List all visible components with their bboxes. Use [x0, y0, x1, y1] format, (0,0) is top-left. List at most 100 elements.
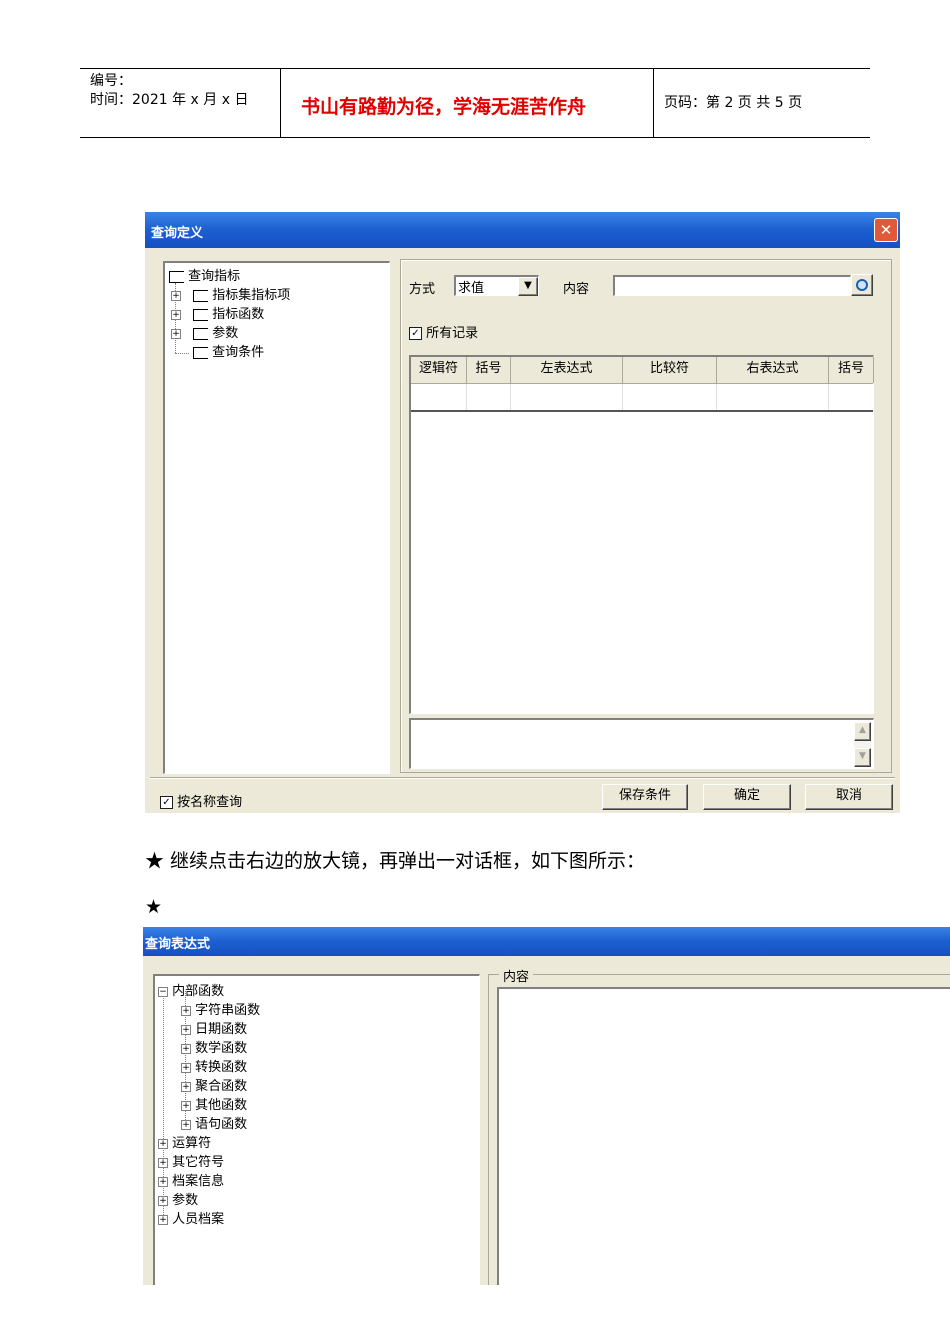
column-left-expression[interactable]: 左表达式: [511, 357, 623, 383]
checkbox-checked-icon[interactable]: ✓: [409, 327, 422, 340]
all-records-label: 所有记录: [426, 326, 479, 341]
tree-item-other-functions[interactable]: + 其他函数: [181, 1094, 247, 1113]
cell-divider: [828, 384, 829, 410]
header-page-cell: 页码：第 2 页 共 5 页: [654, 69, 870, 137]
cancel-button[interactable]: 取消: [805, 784, 893, 810]
expand-icon[interactable]: +: [158, 1176, 168, 1187]
content-textarea[interactable]: [497, 987, 950, 1285]
tree-item-label: 参数: [212, 326, 239, 341]
column-comparator[interactable]: 比较符: [623, 357, 717, 383]
tree-item-personnel-archive[interactable]: + 人员档案: [158, 1208, 224, 1227]
folder-icon: [193, 308, 209, 321]
tree-item-query-conditions[interactable]: 查询条件: [193, 341, 264, 360]
expand-icon[interactable]: +: [158, 1195, 168, 1206]
collapse-icon[interactable]: −: [158, 986, 168, 997]
scroll-down-icon[interactable]: ▼: [854, 748, 871, 767]
tree-item-date-functions[interactable]: + 日期函数: [181, 1018, 247, 1037]
magnifier-icon: [856, 278, 868, 291]
tree-item-label: 查询条件: [212, 345, 265, 360]
expression-memo[interactable]: ▲ ▼: [409, 718, 874, 769]
tree-item-conversion-functions[interactable]: + 转换函数: [181, 1056, 247, 1075]
magnifier-button[interactable]: [851, 274, 873, 296]
query-definition-dialog: 查询定义 ✕ 查询指标 + 指标集指标项 + 指标函数 + 参数 查询条件 方式…: [145, 207, 900, 813]
tree-root-label: 查询指标: [188, 269, 241, 284]
tree-item-label: 人员档案: [172, 1212, 225, 1227]
expand-icon[interactable]: +: [171, 290, 181, 301]
close-icon[interactable]: ✕: [874, 218, 898, 242]
tree-item-other-symbols[interactable]: + 其它符号: [158, 1151, 224, 1170]
tree-item-math-functions[interactable]: + 数学函数: [181, 1037, 247, 1056]
tree-item-label: 运算符: [172, 1136, 212, 1151]
column-right-expression[interactable]: 右表达式: [717, 357, 829, 383]
tree-item-label: 字符串函数: [195, 1003, 261, 1018]
cell-divider: [466, 384, 467, 410]
tree-item-label: 其它符号: [172, 1155, 225, 1170]
function-tree: − 内部函数 + 字符串函数 + 日期函数 + 数学函数 + 转换函数 + 聚合…: [153, 974, 480, 1285]
tree-item-label: 数学函数: [195, 1041, 248, 1056]
expand-icon[interactable]: +: [158, 1138, 168, 1149]
condition-panel: 方式 求值 ▼ 内容 ✓ 所有记录 逻辑符 括号 左表达式 比较符 右表达式 括…: [400, 259, 892, 773]
tree-line: [175, 353, 189, 355]
expand-icon[interactable]: +: [181, 1100, 191, 1111]
content-input[interactable]: [613, 275, 851, 296]
expand-icon[interactable]: +: [158, 1214, 168, 1225]
cell-divider: [716, 384, 717, 410]
column-bracket-left[interactable]: 括号: [467, 357, 511, 383]
expand-icon[interactable]: +: [171, 309, 181, 320]
tree-item-indicator-functions[interactable]: + 指标函数: [171, 303, 264, 322]
tree-item-label: 档案信息: [172, 1174, 225, 1189]
tree-item-statement-functions[interactable]: + 语句函数: [181, 1113, 247, 1132]
divider: [150, 777, 895, 779]
cell-divider: [622, 384, 623, 410]
mode-select[interactable]: 求值 ▼: [454, 275, 539, 296]
expand-icon[interactable]: +: [171, 328, 181, 339]
tree-item-label: 日期函数: [195, 1022, 248, 1037]
checkbox-checked-icon[interactable]: ✓: [160, 796, 173, 809]
content-label: 内容: [563, 282, 590, 297]
time-label: 时间：2021 年 x 月 x 日: [90, 92, 249, 108]
tree-item-operators[interactable]: + 运算符: [158, 1132, 211, 1151]
expand-icon[interactable]: +: [181, 1024, 191, 1035]
column-bracket-right[interactable]: 括号: [829, 357, 874, 383]
grid-header-row: 逻辑符 括号 左表达式 比较符 右表达式 括号: [411, 357, 874, 384]
instruction-paragraph: ★ 继续点击右边的放大镜，再弹出一对话框，如下图所示：: [145, 850, 646, 872]
scroll-up-icon[interactable]: ▲: [854, 722, 871, 741]
vertical-scrollbar[interactable]: ▲ ▼: [854, 722, 871, 767]
save-condition-button[interactable]: 保存条件: [602, 784, 688, 810]
tree-root[interactable]: 查询指标: [169, 265, 240, 284]
page-info: 页码：第 2 页 共 5 页: [664, 95, 803, 111]
ok-button[interactable]: 确定: [703, 784, 791, 810]
expand-icon[interactable]: +: [181, 1081, 191, 1092]
tree-root-internal-functions[interactable]: − 内部函数: [158, 980, 224, 999]
cell-divider: [510, 384, 511, 410]
expand-icon[interactable]: +: [158, 1157, 168, 1168]
tree-item-string-functions[interactable]: + 字符串函数: [181, 999, 260, 1018]
chevron-down-icon[interactable]: ▼: [518, 277, 538, 296]
tree-item-parameters[interactable]: + 参数: [171, 322, 238, 341]
query-by-name-checkbox[interactable]: ✓ 按名称查询: [160, 791, 242, 810]
tree-item-archive-info[interactable]: + 档案信息: [158, 1170, 224, 1189]
page-header: 编号： 时间：2021 年 x 月 x 日 书山有路勤为径，学海无涯苦作舟 页码…: [80, 68, 870, 138]
column-logic[interactable]: 逻辑符: [411, 357, 467, 383]
tree-item-aggregate-functions[interactable]: + 聚合函数: [181, 1075, 247, 1094]
tree-item-label: 语句函数: [195, 1117, 248, 1132]
folder-icon: [169, 270, 184, 283]
tree-item-label: 聚合函数: [195, 1079, 248, 1094]
content-groupbox: 内容: [488, 966, 950, 1285]
table-row[interactable]: [411, 384, 873, 412]
mode-label: 方式: [409, 282, 436, 297]
expand-icon[interactable]: +: [181, 1005, 191, 1016]
conditions-grid: 逻辑符 括号 左表达式 比较符 右表达式 括号: [409, 355, 874, 714]
tree-item-label: 参数: [172, 1193, 199, 1208]
header-left-cell: 编号： 时间：2021 年 x 月 x 日: [80, 69, 281, 137]
mode-value: 求值: [458, 281, 485, 296]
content-label: 内容: [499, 966, 534, 985]
expand-icon[interactable]: +: [181, 1062, 191, 1073]
expand-icon[interactable]: +: [181, 1043, 191, 1054]
query-by-name-label: 按名称查询: [177, 795, 243, 810]
expand-icon[interactable]: +: [181, 1119, 191, 1130]
tree-item-parameters[interactable]: + 参数: [158, 1189, 198, 1208]
tree-item-indicator-items[interactable]: + 指标集指标项: [171, 284, 290, 303]
all-records-checkbox[interactable]: ✓ 所有记录: [409, 322, 478, 341]
dialog-title: 查询定义: [151, 226, 204, 241]
